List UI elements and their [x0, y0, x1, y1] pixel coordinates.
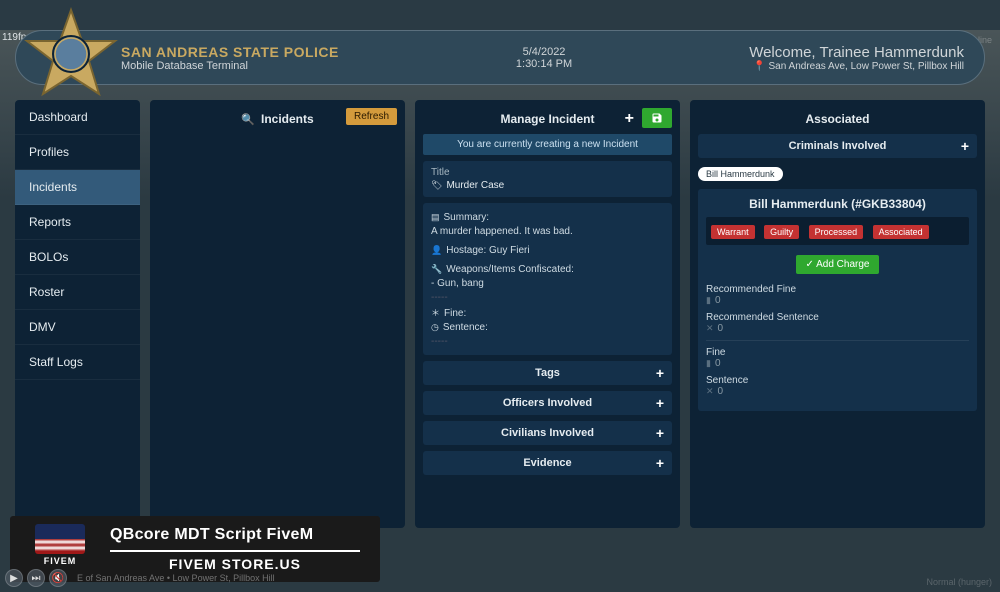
criminal-card: Bill Hammerdunk (#GKB33804) Warrant Guil…: [698, 189, 977, 411]
title-value: Murder Case: [446, 180, 504, 191]
sidebar-item-incidents[interactable]: Incidents: [15, 170, 140, 205]
summary-field[interactable]: ▤ Summary: A murder happened. It was bad.…: [423, 203, 672, 355]
status-guilty[interactable]: Guilty: [764, 225, 799, 239]
status-corner: Normal (hunger): [926, 577, 992, 587]
officers-section[interactable]: Officers Involved+: [423, 391, 672, 415]
save-button[interactable]: [642, 108, 672, 128]
criminals-section: Criminals Involved+: [698, 134, 977, 158]
sentence-label: Sentence: [706, 375, 969, 386]
rec-sentence-value: ✕0: [706, 323, 969, 334]
new-incident-button[interactable]: +: [625, 110, 634, 128]
civilians-section[interactable]: Civilians Involved+: [423, 421, 672, 445]
sidebar-item-stafflogs[interactable]: Staff Logs: [15, 345, 140, 380]
refresh-button[interactable]: Refresh: [346, 108, 397, 125]
mute-button[interactable]: 🔇: [49, 569, 67, 587]
tag-icon: 🏷: [431, 180, 442, 190]
criminal-chip[interactable]: Bill Hammerdunk: [698, 167, 783, 181]
summary-label: Summary:: [444, 212, 490, 223]
app-title: SAN ANDREAS STATE POLICE: [121, 44, 339, 60]
add-civilian-button[interactable]: +: [656, 425, 664, 441]
add-criminal-button[interactable]: +: [961, 138, 969, 154]
add-evidence-button[interactable]: +: [656, 455, 664, 471]
divider: [706, 340, 969, 341]
app-subtitle: Mobile Database Terminal: [121, 60, 339, 72]
evidence-section[interactable]: Evidence+: [423, 451, 672, 475]
sentence-value[interactable]: ✕0: [706, 386, 969, 397]
manage-title: Manage Incident: [500, 112, 594, 126]
rec-sentence-label: Recommended Sentence: [706, 312, 969, 323]
next-button[interactable]: ⏭: [27, 569, 45, 587]
person-icon: 👤: [431, 245, 442, 255]
summary-line: A murder happened. It was bad.: [431, 226, 664, 237]
fine-value[interactable]: ▮0: [706, 358, 969, 369]
status-warrant[interactable]: Warrant: [711, 225, 755, 239]
status-processed[interactable]: Processed: [809, 225, 864, 239]
media-controls: ▶ ⏭ 🔇 E of San Andreas Ave • Low Power S…: [5, 569, 275, 587]
add-tag-button[interactable]: +: [656, 365, 664, 381]
manage-panel: Manage Incident + You are currently crea…: [415, 100, 680, 528]
wrench-icon: 🔧: [431, 264, 442, 274]
title-field[interactable]: Title 🏷 Murder Case: [423, 161, 672, 197]
associated-panel: Associated Criminals Involved+ Bill Hamm…: [690, 100, 985, 528]
header-time: 1:30:14 PM: [339, 58, 749, 70]
fine-label: Fine: [706, 347, 969, 358]
add-officer-button[interactable]: +: [656, 395, 664, 411]
clock-icon: ◷: [431, 322, 439, 332]
sidebar-item-profiles[interactable]: Profiles: [15, 135, 140, 170]
sidebar-item-reports[interactable]: Reports: [15, 205, 140, 240]
watermark-title: QBcore MDT Script FiveM: [110, 526, 360, 552]
play-button[interactable]: ▶: [5, 569, 23, 587]
status-associated[interactable]: Associated: [873, 225, 929, 239]
document-icon: ▤: [431, 212, 440, 222]
sidebar-item-roster[interactable]: Roster: [15, 275, 140, 310]
sidebar-item-bolos[interactable]: BOLOs: [15, 240, 140, 275]
creating-notice: You are currently creating a new Inciden…: [423, 134, 672, 155]
search-icon: 🔍: [241, 113, 255, 126]
incidents-title: Incidents: [261, 112, 314, 126]
pin-icon: 📍: [753, 61, 765, 72]
money-icon: ＊: [431, 308, 440, 318]
header-date: 5/4/2022: [339, 46, 749, 58]
header-location: 📍San Andreas Ave, Low Power St, Pillbox …: [749, 61, 964, 72]
header-bar: SAN ANDREAS STATE POLICE Mobile Database…: [15, 30, 985, 85]
save-icon: [651, 112, 663, 124]
sidebar: Dashboard Profiles Incidents Reports BOL…: [15, 100, 140, 528]
footer-location: E of San Andreas Ave • Low Power St, Pil…: [77, 573, 275, 583]
title-label: Title: [431, 167, 664, 178]
associated-title: Associated: [805, 112, 869, 126]
status-row: Warrant Guilty Processed Associated: [706, 217, 969, 245]
rec-fine-label: Recommended Fine: [706, 284, 969, 295]
incidents-panel: 🔍 Incidents Refresh: [150, 100, 405, 528]
welcome-user: Welcome, Trainee Hammerdunk: [749, 44, 964, 61]
sidebar-item-dmv[interactable]: DMV: [15, 310, 140, 345]
rec-fine-value: ▮0: [706, 295, 969, 306]
criminal-name: Bill Hammerdunk (#GKB33804): [706, 197, 969, 211]
tags-section[interactable]: Tags+: [423, 361, 672, 385]
police-badge-icon: [21, 6, 121, 106]
add-charge-button[interactable]: Add Charge: [796, 255, 880, 274]
